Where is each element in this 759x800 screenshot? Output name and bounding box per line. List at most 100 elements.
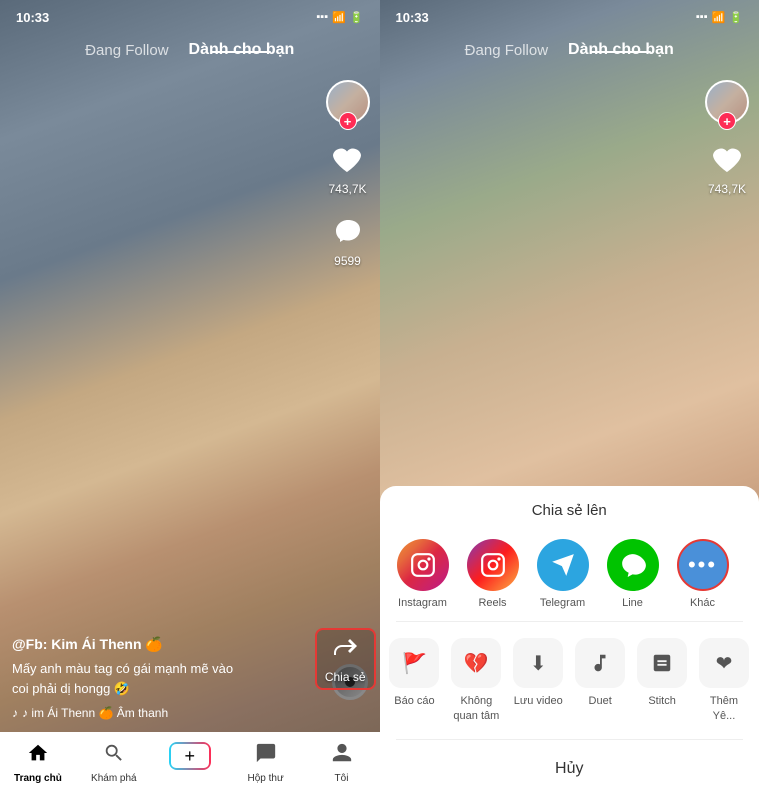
stitch-label: Stitch — [648, 694, 676, 708]
signal-icon-right: ▪▪▪ — [696, 11, 708, 23]
share-divider — [396, 621, 744, 622]
plus-icon-left: + — [184, 746, 195, 767]
status-icons-left: ▪▪▪ 📶 🔋 — [316, 11, 363, 24]
instagram-icon — [397, 539, 449, 591]
explore-icon-left — [103, 742, 125, 770]
save-video-icon: ⬇ — [513, 638, 563, 688]
share-apps-row: Instagram Reels Telegram Line — [380, 535, 759, 613]
more-dots-icon: ••• — [688, 552, 717, 578]
reels-label: Reels — [478, 597, 506, 609]
music-note-icon: ♪ — [12, 706, 18, 720]
not-interested-icon: 💔 — [451, 638, 501, 688]
inbox-icon-left — [255, 742, 277, 770]
line-label: Line — [622, 597, 643, 609]
video-desc-left: Mấy anh màu tag có gái mạnh mẽ vào coi p… — [12, 659, 320, 698]
like-button-right[interactable]: 743,7K — [708, 142, 746, 196]
comment-icon-left — [330, 214, 366, 250]
heart-icon-right — [709, 142, 745, 178]
comment-count-left: 9599 — [334, 254, 361, 268]
battery-icon: 🔋 — [350, 11, 364, 24]
share-icon-left — [329, 634, 361, 666]
more2-label: ThêmYê... — [710, 694, 738, 723]
action-more2[interactable]: ❤ ThêmYê... — [694, 638, 754, 723]
instagram-label: Instagram — [398, 597, 447, 609]
creator-avatar-right[interactable]: + — [705, 80, 749, 124]
duet-icon — [575, 638, 625, 688]
for-you-tab-left[interactable]: Dành cho bạn — [189, 41, 295, 58]
more-icon-circle: ••• — [677, 539, 729, 591]
nav-home-left[interactable]: Trang chủ — [14, 742, 62, 784]
following-tab-right[interactable]: Đang Follow — [465, 42, 548, 59]
comment-button-left[interactable]: 9599 — [330, 214, 366, 268]
user-handle-left: @Fb: Kim Ái Thenn 🍊 — [12, 636, 320, 653]
profile-label-left: Tôi — [335, 773, 349, 784]
tab-underline-left — [211, 51, 271, 53]
right-panel: 10:33 ▪▪▪ 📶 🔋 Đang Follow Dành cho bạn +… — [380, 0, 759, 800]
signal-icon: ▪▪▪ — [316, 11, 328, 23]
save-video-label: Lưu video — [514, 694, 563, 708]
time-right: 10:33 — [396, 10, 429, 25]
share-telegram[interactable]: Telegram — [528, 535, 598, 613]
share-instagram[interactable]: Instagram — [388, 535, 458, 613]
right-actions-right: + 743,7K — [705, 80, 749, 196]
nav-inbox-left[interactable]: Hộp thư — [242, 742, 290, 784]
not-interested-label: Khôngquan tâm — [453, 694, 499, 723]
line-icon — [607, 539, 659, 591]
following-tab-left[interactable]: Đang Follow — [85, 42, 168, 59]
top-nav-left: Đang Follow Dành cho bạn — [0, 28, 380, 72]
action-stitch[interactable]: Stitch — [632, 638, 692, 723]
action-not-interested[interactable]: 💔 Khôngquan tâm — [446, 638, 506, 723]
more-label: Khác — [690, 597, 715, 609]
status-bar-right: 10:33 ▪▪▪ 📶 🔋 — [380, 0, 759, 28]
action-save-video[interactable]: ⬇ Lưu video — [508, 638, 568, 723]
wifi-icon: 📶 — [332, 11, 346, 24]
share-label-left: Chia sẻ — [325, 670, 366, 684]
share-divider2 — [396, 739, 744, 740]
share-more[interactable]: ••• Khác — [668, 535, 738, 613]
music-info-left: ♪ ♪ im Ái Thenn 🍊 Âm thanh — [12, 706, 320, 720]
inbox-label-left: Hộp thư — [248, 773, 284, 784]
stitch-icon — [637, 638, 687, 688]
nav-profile-left[interactable]: Tôi — [318, 742, 366, 784]
profile-icon-left — [331, 742, 353, 770]
for-you-tab-right[interactable]: Dành cho bạn — [568, 41, 674, 58]
action-report[interactable]: 🚩 Báo cáo — [384, 638, 444, 723]
bottom-nav-left: Trang chủ Khám phá + Hộp thư Tôi — [0, 732, 380, 800]
duet-label: Duet — [589, 694, 612, 708]
reels-icon — [467, 539, 519, 591]
tab-underline-right — [591, 51, 651, 53]
like-count-left: 743,7K — [328, 182, 366, 196]
share-reels[interactable]: Reels — [458, 535, 528, 613]
nav-explore-left[interactable]: Khám phá — [90, 742, 138, 784]
telegram-icon — [537, 539, 589, 591]
follow-plus-left[interactable]: + — [339, 112, 357, 130]
explore-label-left: Khám phá — [91, 773, 137, 784]
report-label: Báo cáo — [394, 694, 434, 708]
home-icon-left — [27, 742, 49, 770]
status-icons-right: ▪▪▪ 📶 🔋 — [696, 11, 743, 24]
share-actions-row: 🚩 Báo cáo 💔 Khôngquan tâm ⬇ Lưu video Du… — [380, 630, 759, 731]
follow-plus-right[interactable]: + — [718, 112, 736, 130]
cancel-button[interactable]: Hủy — [380, 748, 759, 790]
create-button-left[interactable]: + — [169, 742, 211, 770]
video-info-left: @Fb: Kim Ái Thenn 🍊 Mấy anh màu tag có g… — [12, 636, 320, 720]
battery-icon-right: 🔋 — [729, 11, 743, 24]
home-label-left: Trang chủ — [14, 773, 62, 784]
nav-create-left[interactable]: + — [166, 742, 214, 770]
more2-icon: ❤ — [699, 638, 749, 688]
right-actions-left: + 743,7K 9599 — [326, 80, 370, 268]
like-count-right: 743,7K — [708, 182, 746, 196]
wifi-icon-right: 📶 — [712, 11, 726, 24]
status-bar-left: 10:33 ▪▪▪ 📶 🔋 — [0, 0, 380, 28]
share-button-left[interactable]: Chia sẻ — [315, 628, 376, 690]
top-nav-right: Đang Follow Dành cho bạn — [380, 28, 759, 72]
heart-icon-left — [329, 142, 365, 178]
share-sheet: Chia sẻ lên Instagram Reels Telegram — [380, 486, 759, 800]
left-panel: 10:33 ▪▪▪ 📶 🔋 Đang Follow Dành cho bạn +… — [0, 0, 380, 800]
action-duet[interactable]: Duet — [570, 638, 630, 723]
like-button-left[interactable]: 743,7K — [328, 142, 366, 196]
share-line[interactable]: Line — [598, 535, 668, 613]
creator-avatar-left[interactable]: + — [326, 80, 370, 124]
share-sheet-title: Chia sẻ lên — [380, 502, 759, 519]
report-icon: 🚩 — [389, 638, 439, 688]
